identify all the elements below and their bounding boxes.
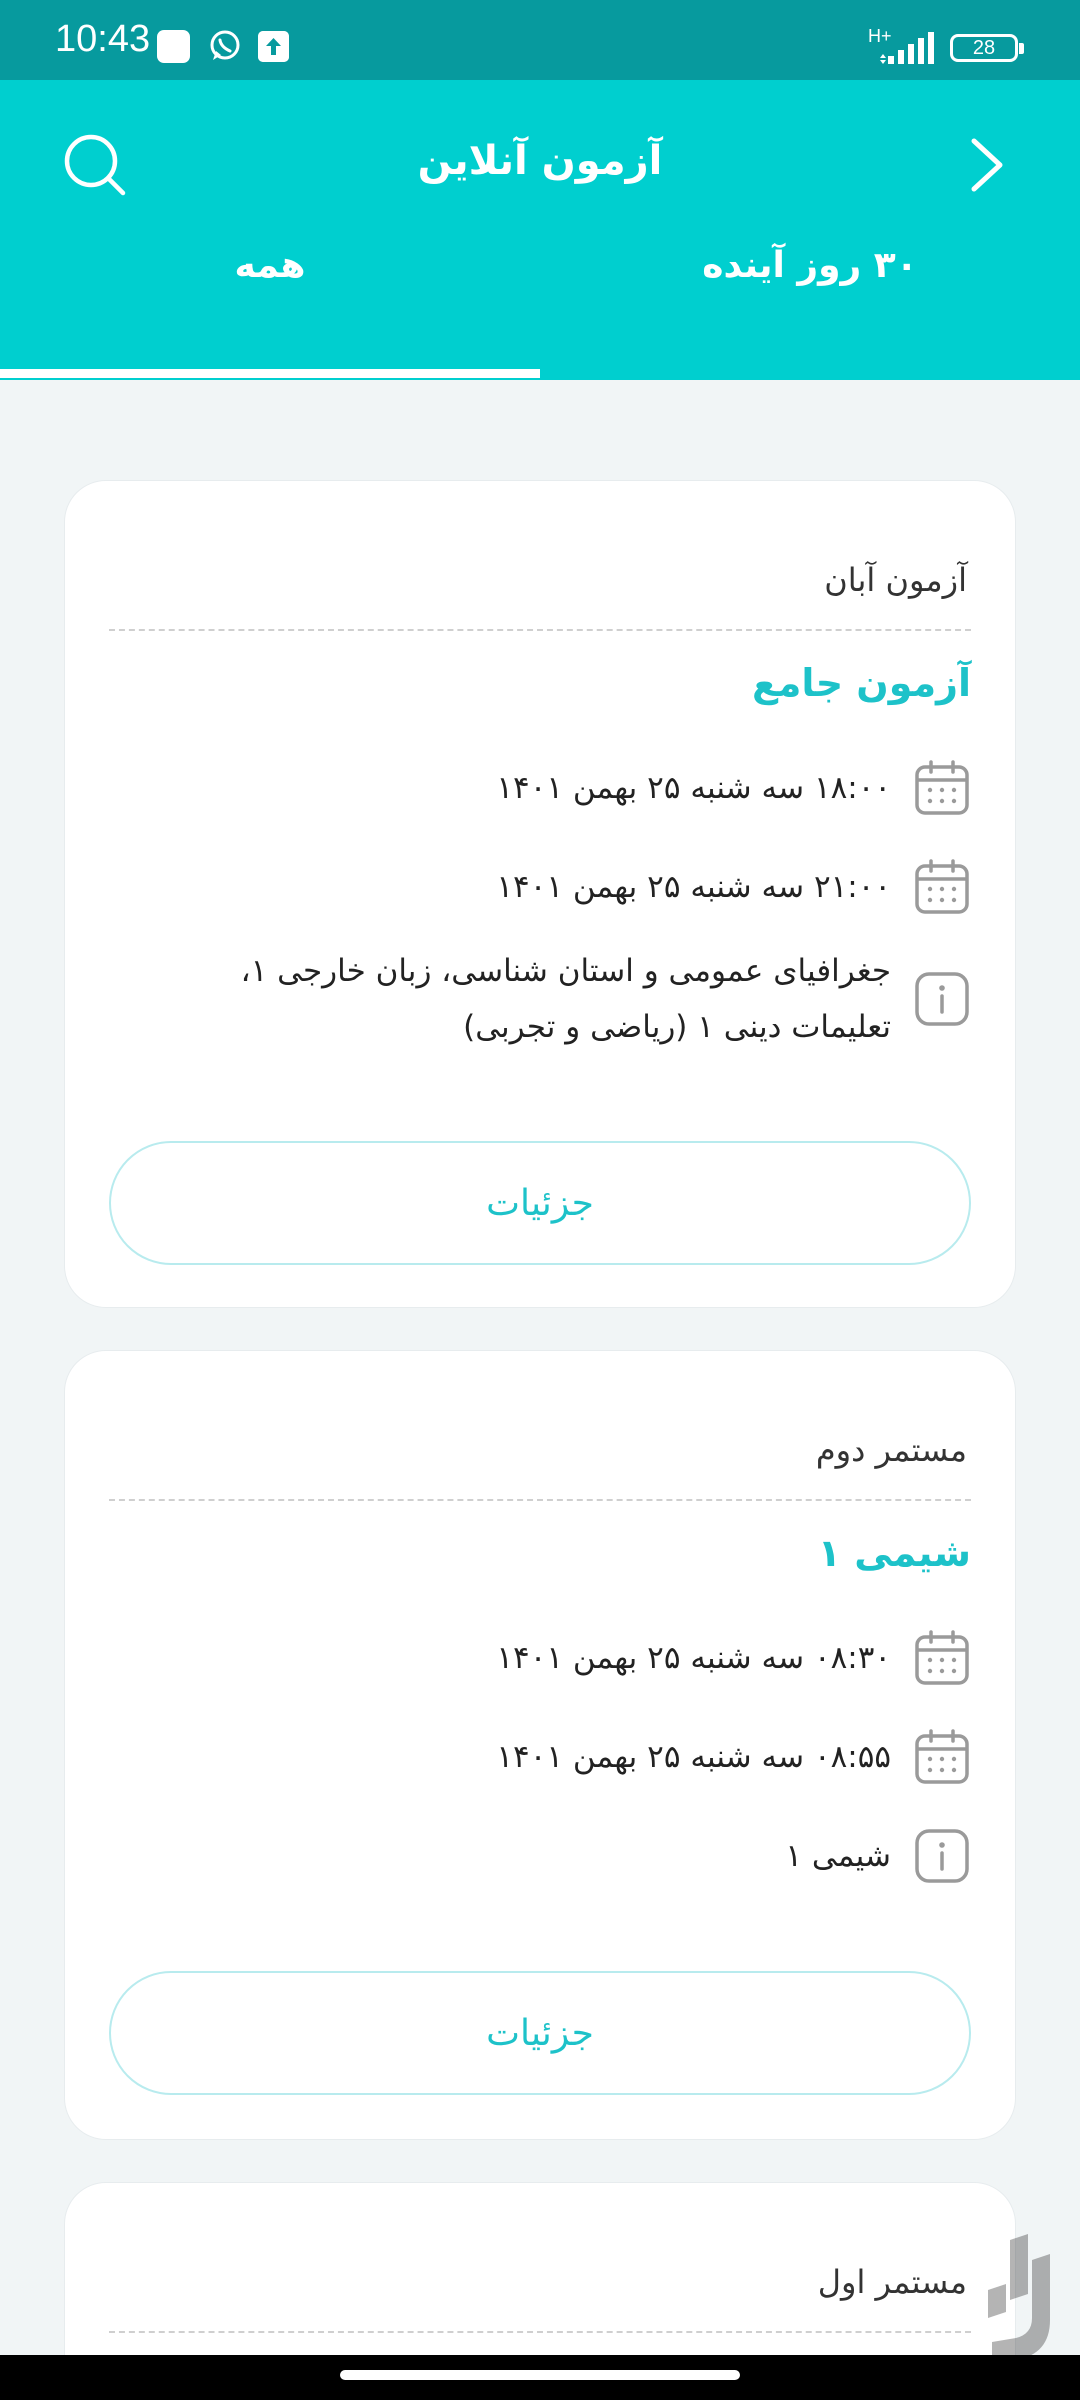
divider bbox=[109, 629, 971, 631]
end-time-row: ۰۸:۵۵ سه شنبه ۲۵ بهمن ۱۴۰۱ bbox=[135, 1728, 971, 1786]
calendar-icon bbox=[915, 1630, 969, 1685]
calendar-icon bbox=[915, 1729, 969, 1784]
notification-app-icon bbox=[157, 30, 190, 63]
exam-subjects: شیمی ۱ bbox=[785, 1838, 891, 1874]
exam-start-time: ۰۸:۳۰ سه شنبه ۲۵ بهمن ۱۴۰۱ bbox=[496, 1640, 891, 1676]
system-navigation-bar bbox=[0, 2355, 1080, 2400]
divider bbox=[109, 2331, 971, 2333]
status-time: 10:43 bbox=[55, 18, 151, 60]
exam-start-time: ۱۸:۰۰ سه شنبه ۲۵ بهمن ۱۴۰۱ bbox=[496, 770, 891, 806]
exam-category: مستمر دوم bbox=[815, 1431, 967, 1469]
status-bar: 10:43 H+ 28 bbox=[0, 0, 1080, 80]
store-watermark-logo bbox=[988, 2234, 1050, 2364]
start-time-row: ۰۸:۳۰ سه شنبه ۲۵ بهمن ۱۴۰۱ bbox=[135, 1629, 971, 1687]
info-row: شیمی ۱ bbox=[135, 1827, 971, 1885]
exam-title: آزمون جامع bbox=[751, 661, 971, 705]
divider bbox=[109, 1499, 971, 1501]
exam-title: شیمی ۱ bbox=[817, 1531, 971, 1575]
exam-category: آزمون آبان bbox=[824, 561, 967, 599]
tab-next-30-days[interactable]: ۳۰ روز آینده bbox=[540, 245, 1080, 310]
calendar-icon bbox=[915, 760, 969, 815]
signal-icon bbox=[880, 32, 934, 64]
home-gesture-handle[interactable] bbox=[340, 2370, 740, 2380]
exam-category: مستمر اول bbox=[817, 2263, 967, 2301]
tab-all[interactable]: همه bbox=[0, 245, 540, 310]
details-button[interactable]: جزئیات bbox=[109, 1971, 971, 2095]
info-icon bbox=[915, 1829, 969, 1883]
end-time-row: ۲۱:۰۰ سه شنبه ۲۵ بهمن ۱۴۰۱ bbox=[135, 858, 971, 916]
app-header: آزمون آنلاین همه ۳۰ روز آینده bbox=[0, 80, 1080, 380]
details-button[interactable]: جزئیات bbox=[109, 1141, 971, 1265]
tab-indicator bbox=[0, 369, 540, 378]
battery-icon: 28 bbox=[950, 34, 1024, 62]
exam-card: مستمر دوم شیمی ۱ ۰۸:۳۰ سه شنبه ۲۵ بهمن ۱… bbox=[64, 1350, 1016, 2140]
exam-end-time: ۰۸:۵۵ سه شنبه ۲۵ بهمن ۱۴۰۱ bbox=[496, 1739, 891, 1775]
whatsapp-icon bbox=[210, 30, 240, 60]
exam-subjects: جغرافیای عمومی و استان شناسی، زبان خارجی… bbox=[240, 953, 891, 1045]
exam-card: آزمون آبان آزمون جامع ۱۸:۰۰ سه شنبه ۲۵ ب… bbox=[64, 480, 1016, 1308]
chevron-right-icon[interactable] bbox=[962, 135, 1010, 195]
calendar-icon bbox=[915, 859, 969, 914]
info-icon bbox=[915, 972, 969, 1026]
page-title: آزمون آنلاین bbox=[417, 138, 663, 184]
upload-icon bbox=[258, 31, 289, 62]
exam-end-time: ۲۱:۰۰ سه شنبه ۲۵ بهمن ۱۴۰۱ bbox=[496, 869, 891, 905]
info-row: جغرافیای عمومی و استان شناسی، زبان خارجی… bbox=[135, 943, 971, 1055]
start-time-row: ۱۸:۰۰ سه شنبه ۲۵ بهمن ۱۴۰۱ bbox=[135, 759, 971, 817]
